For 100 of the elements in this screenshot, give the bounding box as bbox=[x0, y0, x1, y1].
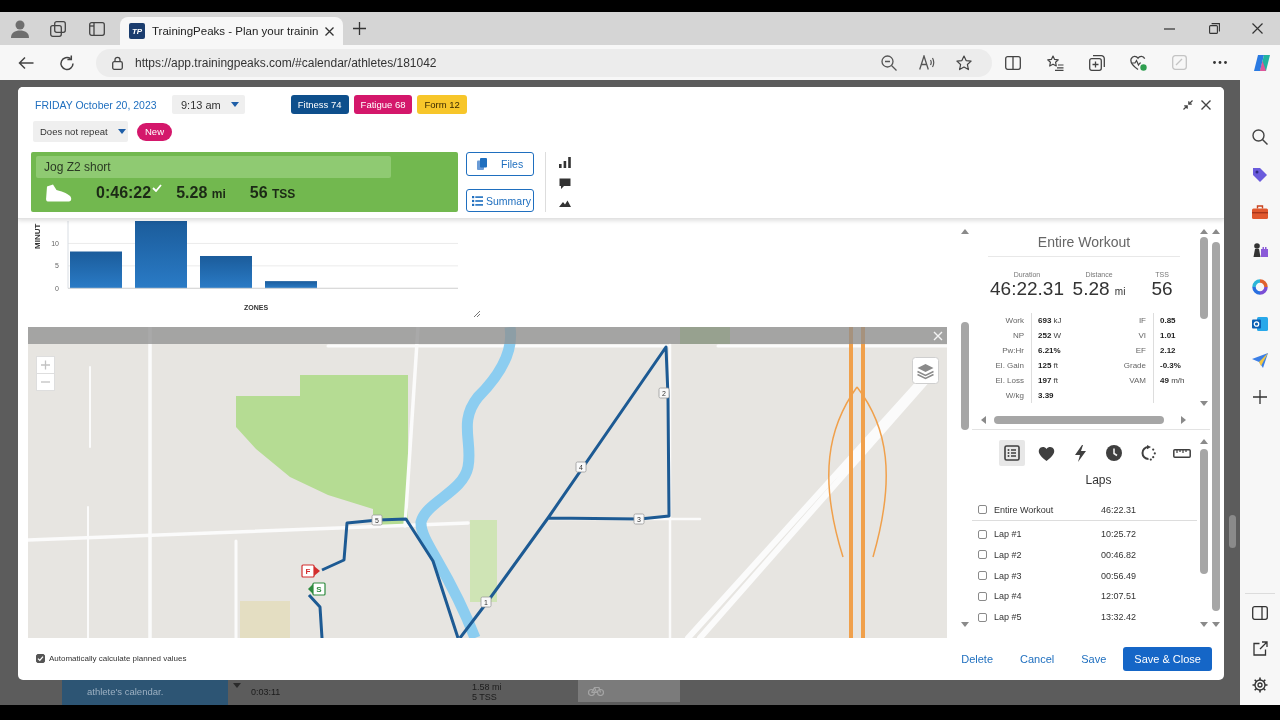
close-icon[interactable] bbox=[1252, 23, 1263, 34]
search-icon[interactable] bbox=[1252, 129, 1268, 145]
scrollbar-thumb[interactable] bbox=[961, 322, 969, 430]
metric-label: El. Loss bbox=[995, 375, 1024, 387]
files-button[interactable]: Files bbox=[466, 152, 534, 176]
ruler-icon bbox=[1173, 448, 1191, 458]
analysis-tab[interactable] bbox=[999, 440, 1025, 466]
chess-icon[interactable] bbox=[1252, 241, 1268, 257]
metric-value: 2.12 bbox=[1160, 345, 1177, 357]
mail-icon[interactable] bbox=[1252, 317, 1268, 331]
profile-icon[interactable] bbox=[11, 19, 29, 38]
checkbox[interactable] bbox=[978, 529, 987, 539]
status-badge: New bbox=[137, 122, 172, 141]
close-icon[interactable] bbox=[1201, 99, 1211, 110]
calendar-duration: 0:03:11 bbox=[251, 686, 282, 697]
overlapping-squares-icon[interactable] bbox=[50, 20, 66, 37]
workout-distance: 5.28 mi bbox=[176, 184, 226, 202]
comment-icon[interactable] bbox=[559, 178, 571, 190]
external-link-icon[interactable] bbox=[1252, 641, 1268, 656]
save-close-button[interactable]: Save & Close bbox=[1123, 646, 1212, 671]
address-field[interactable]: https://app.trainingpeaks.com/#calendar/athletes/181042 bbox=[96, 48, 992, 77]
panel-icon[interactable] bbox=[89, 21, 105, 36]
refresh-icon[interactable] bbox=[59, 54, 75, 71]
axis-title: MINUT bbox=[33, 223, 42, 249]
checkbox[interactable] bbox=[978, 505, 987, 515]
panel-icon[interactable] bbox=[1252, 606, 1268, 620]
scrollbar-thumb[interactable] bbox=[1199, 449, 1208, 574]
resize-handle-icon[interactable] bbox=[473, 310, 481, 318]
metric-badge: Form 12 bbox=[417, 95, 467, 114]
action-link[interactable]: Cancel bbox=[1020, 652, 1055, 665]
circular-arrow-icon bbox=[1140, 445, 1156, 461]
scroll-up-icon[interactable] bbox=[1199, 439, 1208, 444]
caret-icon bbox=[230, 102, 239, 107]
metric-value: 49 m/h bbox=[1160, 375, 1185, 387]
list-icon bbox=[1004, 445, 1020, 461]
lap-time: 46:22.31 bbox=[1101, 504, 1137, 515]
plus-icon[interactable] bbox=[1253, 390, 1267, 404]
summary-title: Entire Workout bbox=[988, 233, 1180, 257]
summary-button[interactable]: Summary bbox=[466, 189, 534, 212]
read-aloud-icon[interactable] bbox=[919, 55, 935, 70]
settings-icon[interactable] bbox=[1252, 677, 1268, 693]
heart-pulse-icon[interactable] bbox=[1130, 54, 1147, 71]
metric-label: El. Gain bbox=[995, 360, 1024, 372]
bar bbox=[265, 281, 317, 289]
metric-label: W/kg bbox=[1005, 390, 1024, 402]
copilot-icon[interactable] bbox=[1253, 53, 1271, 72]
time-dropdown[interactable]: 9:13 am bbox=[172, 95, 245, 114]
caret-icon bbox=[117, 129, 126, 134]
back-icon[interactable] bbox=[18, 55, 34, 70]
bar bbox=[70, 251, 122, 289]
scroll-down-icon[interactable] bbox=[961, 622, 969, 627]
mountain-icon[interactable] bbox=[559, 200, 571, 207]
split-screen-icon[interactable] bbox=[1005, 55, 1021, 70]
metric-value: -0.3% bbox=[1160, 360, 1182, 372]
scrollbar-thumb[interactable] bbox=[1212, 242, 1220, 611]
metric-value: 1.01 bbox=[1160, 330, 1177, 342]
checkbox[interactable] bbox=[36, 654, 45, 663]
workout-tss: 56 TSS bbox=[249, 184, 296, 202]
checkbox[interactable] bbox=[978, 612, 987, 622]
action-link[interactable]: Delete bbox=[961, 652, 993, 665]
scrollbar-thumb[interactable] bbox=[994, 416, 1164, 424]
scroll-up-icon[interactable] bbox=[961, 229, 969, 234]
lock-icon bbox=[112, 55, 123, 70]
metric-label: Grade bbox=[1123, 360, 1146, 372]
minimize-icon[interactable] bbox=[1164, 27, 1175, 30]
checkbox[interactable] bbox=[978, 571, 987, 581]
lap-name: Lap #3 bbox=[994, 570, 1023, 581]
bike-icon bbox=[588, 686, 604, 696]
workout-title-field[interactable]: Jog Z2 short bbox=[36, 156, 391, 178]
tag-icon[interactable] bbox=[1252, 167, 1268, 183]
collapse-icon[interactable] bbox=[1183, 99, 1193, 110]
plus-icon[interactable] bbox=[353, 22, 367, 35]
zoom-out-icon[interactable] bbox=[881, 54, 897, 71]
bar-chart-icon[interactable] bbox=[559, 156, 571, 168]
metric-value: 3.39 bbox=[1038, 390, 1055, 402]
scroll-left-icon[interactable] bbox=[981, 416, 986, 424]
briefcase-icon[interactable] bbox=[1252, 205, 1268, 219]
collections-icon[interactable] bbox=[1089, 54, 1105, 71]
favorites-icon[interactable] bbox=[1047, 54, 1064, 71]
ring-logo-icon[interactable] bbox=[1252, 279, 1268, 295]
star-icon[interactable] bbox=[956, 54, 972, 71]
browser-tab[interactable]: TP TrainingPeaks - Plan your trainin bbox=[120, 17, 344, 45]
scroll-right-icon[interactable] bbox=[1181, 416, 1186, 424]
restore-icon[interactable] bbox=[1209, 23, 1220, 34]
headline-value: 56 bbox=[1151, 279, 1173, 299]
lap-time: 00:56.49 bbox=[1101, 570, 1137, 581]
action-link[interactable]: Save bbox=[1081, 652, 1107, 665]
metric-value: 6.21% bbox=[1038, 345, 1062, 357]
repeat-dropdown[interactable]: Does not repeat bbox=[33, 121, 128, 142]
layers-icon[interactable] bbox=[912, 357, 939, 384]
checkbox-label: Automatically calculate planned values bbox=[49, 654, 187, 663]
send-icon[interactable] bbox=[1252, 353, 1268, 368]
checkbox[interactable] bbox=[978, 550, 987, 560]
scroll-down-icon[interactable] bbox=[1199, 401, 1208, 406]
close-icon[interactable] bbox=[325, 26, 335, 36]
more-icon[interactable] bbox=[1213, 61, 1227, 64]
checkbox[interactable] bbox=[978, 591, 987, 601]
scrollbar-thumb[interactable] bbox=[1199, 237, 1208, 319]
scrollbar-thumb[interactable] bbox=[1229, 515, 1236, 548]
metric-value: 693 kJ bbox=[1038, 315, 1063, 327]
